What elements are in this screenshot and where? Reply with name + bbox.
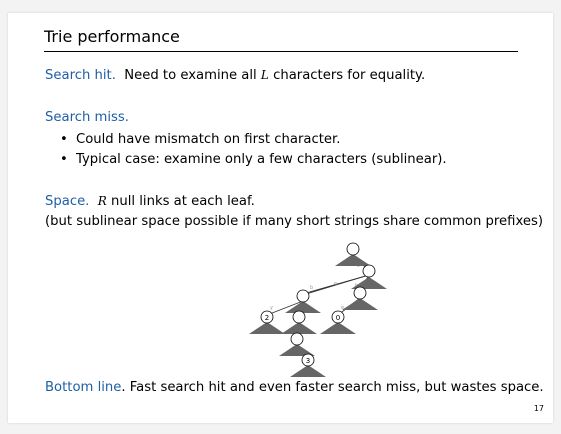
slide: Trie performance Search hit. Need to exa… xyxy=(8,13,553,423)
page-number: 17 xyxy=(533,404,544,413)
trie-node-value-0: 0 xyxy=(320,310,356,334)
node-value-0: 0 xyxy=(336,314,340,322)
trie-node-value-3: 3 xyxy=(290,353,326,377)
trie-node-ll xyxy=(279,332,315,356)
bottom-line: Bottom line. Fast search hit and even fa… xyxy=(45,380,544,395)
bottom-line-text: . Fast search hit and even faster search… xyxy=(121,380,544,395)
node-value-3: 3 xyxy=(306,357,310,365)
trie-node-l xyxy=(281,310,317,334)
svg-text:e: e xyxy=(341,305,344,311)
bottom-line-label: Bottom line xyxy=(45,380,122,395)
svg-text:b: b xyxy=(310,285,313,291)
svg-text:y: y xyxy=(270,305,273,311)
trie-node-value-2: 2 xyxy=(249,310,285,334)
trie-diagram: s b e h y l e l s 2 xyxy=(249,242,387,377)
trie-node-b xyxy=(285,289,321,313)
trie-root xyxy=(335,242,371,266)
svg-text:e: e xyxy=(334,281,337,287)
trie-node-h xyxy=(342,286,378,310)
node-value-2: 2 xyxy=(265,314,269,322)
